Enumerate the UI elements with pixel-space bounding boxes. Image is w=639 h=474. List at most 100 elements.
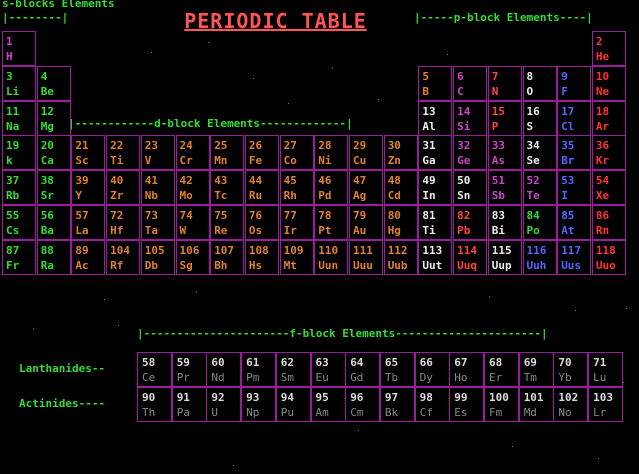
element-cell-kr[interactable]: 36 Kr [591, 135, 626, 171]
element-cell-nb[interactable]: 41 Nb [140, 170, 175, 206]
element-cell-hf[interactable]: 72 Hf [106, 205, 141, 240]
element-cell-sg[interactable]: 106 Sg [175, 239, 210, 275]
element-cell-ho[interactable]: 67 Ho [449, 352, 485, 387]
element-cell-h[interactable]: 1H [2, 31, 36, 66]
element-cell-xe[interactable]: 54 Xe [591, 170, 626, 206]
element-cell-p[interactable]: 15 P [487, 100, 522, 136]
element-cell-br[interactable]: 35 Br [557, 135, 592, 171]
element-cell-cm[interactable]: 96 Cm [345, 387, 381, 422]
element-cell-hs[interactable]: 108 Hs [244, 239, 279, 275]
element-cell-he[interactable]: 2 He [591, 31, 626, 66]
element-cell-mg[interactable]: 12 Mg [36, 100, 71, 136]
element-cell-sm[interactable]: 62 Sm [275, 352, 311, 387]
element-cell-re[interactable]: 75 Re [210, 205, 245, 240]
element-cell-s[interactable]: 16 S [522, 100, 557, 136]
element-cell-tc[interactable]: 43 Tc [210, 170, 245, 206]
element-cell-ta[interactable]: 73 Ta [140, 205, 175, 240]
element-cell-i[interactable]: 53 I [557, 170, 592, 206]
element-cell-ne[interactable]: 10 Ne [591, 65, 626, 101]
element-cell-se[interactable]: 34 Se [522, 135, 557, 171]
element-cell-ce[interactable]: 58 Ce [137, 352, 172, 387]
element-cell-ra[interactable]: 88 Ra [36, 239, 71, 275]
element-cell-bi[interactable]: 83 Bi [487, 205, 522, 240]
element-cell-pt[interactable]: 78 Pt [314, 205, 349, 240]
element-cell-uuo[interactable]: 118 Uuo [591, 239, 626, 275]
element-cell-in[interactable]: 49 In [418, 170, 453, 206]
element-cell-dy[interactable]: 66 Dy [414, 352, 450, 387]
element-cell-uuh[interactable]: 116 Uuh [522, 239, 557, 275]
element-cell-sn[interactable]: 50 Sn [453, 170, 488, 206]
element-cell-be[interactable]: 4 Be [36, 65, 71, 101]
element-cell-uut[interactable]: 113 Uut [418, 239, 453, 275]
element-cell-uuu[interactable]: 111 Uuu [349, 239, 383, 275]
element-cell-fr[interactable]: 87 Fr [2, 239, 36, 275]
element-cell-lu[interactable]: 71 Lu [588, 352, 624, 387]
element-cell-ti[interactable]: 81 Ti [418, 205, 453, 240]
element-cell-bh[interactable]: 107 Bh [210, 239, 245, 275]
element-cell-rn[interactable]: 86 Rn [591, 205, 626, 240]
element-cell-k[interactable]: 19 k [2, 135, 36, 171]
element-cell-ac[interactable]: 89 Ac [71, 239, 106, 275]
element-cell-gd[interactable]: 64 Gd [345, 352, 381, 387]
element-cell-sb[interactable]: 51 Sb [487, 170, 522, 206]
element-cell-lr[interactable]: 103 Lr [588, 387, 624, 422]
element-cell-as[interactable]: 33 As [487, 135, 522, 171]
element-cell-ag[interactable]: 47 Ag [349, 170, 383, 206]
element-cell-fe[interactable]: 26 Fe [244, 135, 279, 171]
element-cell-w[interactable]: 74 W [175, 205, 210, 240]
element-cell-uus[interactable]: 117 Uus [557, 239, 592, 275]
element-cell-cu[interactable]: 29 Cu [349, 135, 383, 171]
element-cell-uup[interactable]: 115 Uup [487, 239, 522, 275]
element-cell-rf[interactable]: 104 Rf [106, 239, 141, 275]
element-cell-mo[interactable]: 42 Mo [175, 170, 210, 206]
element-cell-o[interactable]: 8O [522, 65, 557, 101]
element-cell-pa[interactable]: 91 Pa [171, 387, 207, 422]
element-cell-nd[interactable]: 60 Nd [206, 352, 242, 387]
element-cell-sr[interactable]: 38 Sr [36, 170, 71, 206]
element-cell-ti[interactable]: 22 Ti [106, 135, 141, 171]
element-cell-pd[interactable]: 46 Pd [314, 170, 349, 206]
element-cell-v[interactable]: 23 V [140, 135, 175, 171]
element-cell-yb[interactable]: 70 Yb [553, 352, 589, 387]
element-cell-cs[interactable]: 55 Cs [2, 205, 36, 240]
element-cell-y[interactable]: 39 Y [71, 170, 106, 206]
element-cell-f[interactable]: 9F [557, 65, 592, 101]
element-cell-ni[interactable]: 28 Ni [314, 135, 349, 171]
element-cell-co[interactable]: 27 Co [279, 135, 314, 171]
element-cell-rb[interactable]: 37 Rb [2, 170, 36, 206]
element-cell-po[interactable]: 84 Po [522, 205, 557, 240]
element-cell-ir[interactable]: 77 Ir [279, 205, 314, 240]
element-cell-pm[interactable]: 61 Pm [241, 352, 277, 387]
element-cell-no[interactable]: 102 No [553, 387, 589, 422]
element-cell-th[interactable]: 90 Th [137, 387, 172, 422]
element-cell-al[interactable]: 13 Al [418, 100, 453, 136]
element-cell-u[interactable]: 92 U [206, 387, 242, 422]
element-cell-os[interactable]: 76 Os [244, 205, 279, 240]
element-cell-zn[interactable]: 30 Zn [383, 135, 418, 171]
element-cell-mt[interactable]: 109 Mt [279, 239, 314, 275]
element-cell-uub[interactable]: 112 Uub [383, 239, 418, 275]
element-cell-c[interactable]: 6C [453, 65, 488, 101]
element-cell-ca[interactable]: 20 Ca [36, 135, 71, 171]
element-cell-es[interactable]: 99 Es [449, 387, 485, 422]
element-cell-er[interactable]: 68 Er [484, 352, 519, 387]
element-cell-zr[interactable]: 40 Zr [106, 170, 141, 206]
element-cell-cf[interactable]: 98 Cf [414, 387, 450, 422]
element-cell-hg[interactable]: 80 Hg [383, 205, 418, 240]
element-cell-pu[interactable]: 94 Pu [275, 387, 311, 422]
element-cell-au[interactable]: 79 Au [349, 205, 383, 240]
element-cell-la[interactable]: 57 La [71, 205, 106, 240]
element-cell-cl[interactable]: 17 Cl [557, 100, 592, 136]
element-cell-si[interactable]: 14 Si [453, 100, 488, 136]
element-cell-n[interactable]: 7N [487, 65, 522, 101]
element-cell-sc[interactable]: 21 Sc [71, 135, 106, 171]
element-cell-ar[interactable]: 18 Ar [591, 100, 626, 136]
element-cell-am[interactable]: 95 Am [310, 387, 346, 422]
element-cell-cr[interactable]: 24 Cr [175, 135, 210, 171]
element-cell-ga[interactable]: 31 Ga [418, 135, 453, 171]
element-cell-mn[interactable]: 25 Mn [210, 135, 245, 171]
element-cell-fm[interactable]: 100 Fm [484, 387, 519, 422]
element-cell-te[interactable]: 52 Te [522, 170, 557, 206]
element-cell-at[interactable]: 85 At [557, 205, 592, 240]
element-cell-uun[interactable]: 110 Uun [314, 239, 349, 275]
